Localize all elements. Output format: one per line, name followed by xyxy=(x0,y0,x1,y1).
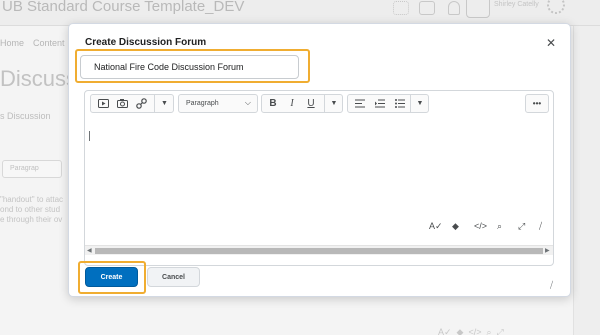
accessibility-icon[interactable]: ◆ xyxy=(452,221,459,232)
html-editor: ▼ Paragraph ⌵ B I U ▼ ▼ ••• A✓ ◆ </> ⌕ ⤢… xyxy=(84,90,554,266)
fullscreen-icon[interactable]: ⤢ xyxy=(518,221,525,232)
format-select-value: Paragraph xyxy=(186,100,219,107)
nav-content: Content xyxy=(33,38,65,48)
spellcheck-icon[interactable]: A✓ xyxy=(429,221,443,232)
scroll-left-icon[interactable]: ◀ xyxy=(87,247,92,254)
list-icon[interactable] xyxy=(391,95,408,112)
scrollbar-thumb[interactable] xyxy=(95,248,543,254)
gear-icon xyxy=(547,0,565,14)
indent-icon[interactable] xyxy=(371,95,388,112)
align-icon[interactable] xyxy=(351,95,368,112)
text-caret xyxy=(89,131,90,141)
bottom-tool-icons: A✓ ◆ </> ⌕ ⤢ xyxy=(438,327,504,335)
grid-icon xyxy=(393,1,409,15)
more-group: ••• xyxy=(525,94,549,113)
paragraph-field: Paragrap xyxy=(2,160,62,178)
close-icon[interactable]: ✕ xyxy=(546,37,556,49)
message-icon xyxy=(419,1,435,15)
chevron-down-icon[interactable]: ▼ xyxy=(412,95,428,112)
page-subtitle: s Discussion xyxy=(0,111,51,121)
chevron-down-icon[interactable]: ▼ xyxy=(156,95,173,112)
underline-icon[interactable]: U xyxy=(302,95,320,112)
chevron-down-icon: ⌵ xyxy=(244,98,251,107)
create-highlight xyxy=(78,261,146,294)
right-panel xyxy=(573,26,600,335)
body-text-3: e through their ov xyxy=(0,215,63,224)
source-code-icon[interactable]: </> xyxy=(474,221,487,231)
chevron-down-icon[interactable]: ▼ xyxy=(326,95,342,112)
link-icon[interactable] xyxy=(133,95,149,112)
body-text-1: "handout" to attac xyxy=(0,195,64,204)
body-text-2: ond to other stud xyxy=(0,205,61,214)
course-title: UB Standard Course Template_DEV xyxy=(2,0,245,15)
title-highlight xyxy=(75,49,310,83)
user-name: Shirley Catelly xyxy=(494,1,539,8)
dialog-title: Create Discussion Forum xyxy=(85,37,207,48)
toolbar-divider xyxy=(324,95,325,112)
italic-icon[interactable]: I xyxy=(283,95,301,112)
preview-icon[interactable]: ⌕ xyxy=(497,221,502,232)
video-icon[interactable] xyxy=(95,95,111,112)
text-style-group: B I U ▼ xyxy=(261,94,343,113)
bell-icon xyxy=(448,1,460,15)
more-icon[interactable]: ••• xyxy=(526,95,548,112)
toolbar-divider xyxy=(410,95,411,112)
bold-icon[interactable]: B xyxy=(264,95,282,112)
horizontal-scrollbar[interactable]: ◀ ▶ xyxy=(85,245,553,255)
resize-editor-icon[interactable]: ⧸ xyxy=(539,221,542,232)
resize-handle-icon[interactable]: ⧸ xyxy=(550,280,553,291)
editor-toolbar: ▼ Paragraph ⌵ B I U ▼ ▼ ••• xyxy=(85,91,553,117)
cancel-button[interactable]: Cancel xyxy=(147,267,200,287)
toolbar-divider xyxy=(154,95,155,112)
camera-icon[interactable] xyxy=(114,95,130,112)
create-forum-dialog: Create Discussion Forum ✕ ▼ Paragraph xyxy=(68,23,571,297)
nav-home: Home xyxy=(0,38,25,48)
format-select[interactable]: Paragraph ⌵ xyxy=(178,94,258,113)
scroll-right-icon[interactable]: ▶ xyxy=(545,247,550,254)
paragraph-group: ▼ xyxy=(347,94,429,113)
avatar xyxy=(466,0,490,18)
insert-group: ▼ xyxy=(90,94,174,113)
